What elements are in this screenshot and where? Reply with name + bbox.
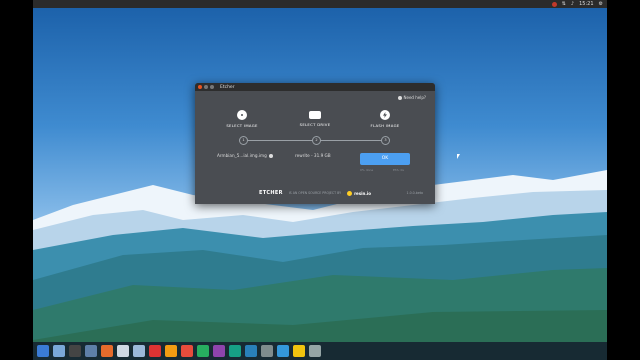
help-label: Need help? (403, 95, 427, 100)
help-link[interactable]: Need help? (397, 95, 427, 100)
resin-label: resin.io (354, 190, 371, 196)
mouse-cursor (457, 154, 463, 159)
footer-tagline: IS AN OPEN SOURCE PROJECT BY (288, 191, 342, 195)
selected-image[interactable]: Armbian_5...ial.img.img (217, 153, 273, 158)
step-number-1: 1 (239, 136, 248, 145)
step-label-drive: SELECT DRIVE (299, 122, 331, 127)
selected-image-name: Armbian_5...ial.img.img (217, 153, 267, 158)
step-number-2: 2 (312, 136, 321, 145)
power-icon[interactable] (551, 1, 557, 7)
letterbox-right (607, 0, 640, 360)
flash-eta-text: ETA: 0s (393, 168, 404, 172)
flash-button[interactable]: OK (360, 153, 410, 165)
help-icon (397, 95, 402, 100)
window-titlebar: Etcher (195, 83, 435, 91)
step-select-image[interactable]: SELECT IMAGE (217, 110, 267, 128)
settings-icon[interactable]: ⚙ (599, 0, 603, 8)
close-icon[interactable] (198, 85, 202, 89)
files-icon[interactable] (53, 345, 65, 357)
app-icon-18[interactable] (309, 345, 321, 357)
window-footer: ETCHER IS AN OPEN SOURCE PROJECT BY resi… (195, 186, 435, 200)
step-select-drive[interactable]: SELECT DRIVE (290, 110, 340, 127)
text-editor-icon[interactable] (117, 345, 129, 357)
app-icon-15[interactable] (261, 345, 273, 357)
version-label: 1.0.0-beta (406, 191, 423, 195)
top-panel: ⇅ ♪ 15:21 ⚙ (33, 0, 607, 8)
app-icon-11[interactable] (197, 345, 209, 357)
browser-icon[interactable] (101, 345, 113, 357)
dock (33, 342, 607, 360)
minimize-icon[interactable] (204, 85, 208, 89)
resin-icon (347, 190, 353, 196)
volume-icon[interactable]: ♪ (571, 0, 574, 8)
app-icon-17[interactable] (293, 345, 305, 357)
step-flash-image[interactable]: FLASH IMAGE (360, 110, 410, 128)
app-icon-10[interactable] (181, 345, 193, 357)
drive-icon (309, 111, 321, 119)
step-label-flash: FLASH IMAGE (370, 123, 400, 128)
window-title: Etcher (220, 84, 235, 90)
info-icon[interactable] (268, 154, 273, 158)
app-icon-13[interactable] (229, 345, 241, 357)
image-viewer-icon[interactable] (133, 345, 145, 357)
menu-icon[interactable] (37, 345, 49, 357)
flash-icon (380, 110, 390, 120)
step-label-image: SELECT IMAGE (226, 123, 258, 128)
selected-drive[interactable]: rewrite - 31.9 GB (295, 153, 331, 158)
app-icon-9[interactable] (165, 345, 177, 357)
terminal-icon[interactable] (69, 345, 81, 357)
clock[interactable]: 15:21 (579, 0, 593, 8)
app-icon-12[interactable] (213, 345, 225, 357)
network-icon[interactable]: ⇅ (562, 0, 566, 8)
disc-icon (237, 110, 247, 120)
settings-icon[interactable] (85, 345, 97, 357)
etcher-logo: ETCHER (258, 190, 283, 196)
flash-progress-text: 0% done (360, 168, 374, 172)
system-tray: ⇅ ♪ 15:21 ⚙ (551, 0, 603, 8)
letterbox-left (0, 0, 33, 360)
resin-link[interactable]: resin.io (347, 190, 371, 196)
etcher-window: Etcher Need help? SELECT IMAGE SELECT DR… (195, 83, 435, 204)
step-number-3: 3 (381, 136, 390, 145)
app-icon-8[interactable] (149, 345, 161, 357)
app-icon-14[interactable] (245, 345, 257, 357)
app-icon-16[interactable] (277, 345, 289, 357)
desktop: ⇅ ♪ 15:21 ⚙ Etcher Need help? SELECT IMA… (33, 0, 607, 360)
maximize-icon[interactable] (210, 85, 214, 89)
